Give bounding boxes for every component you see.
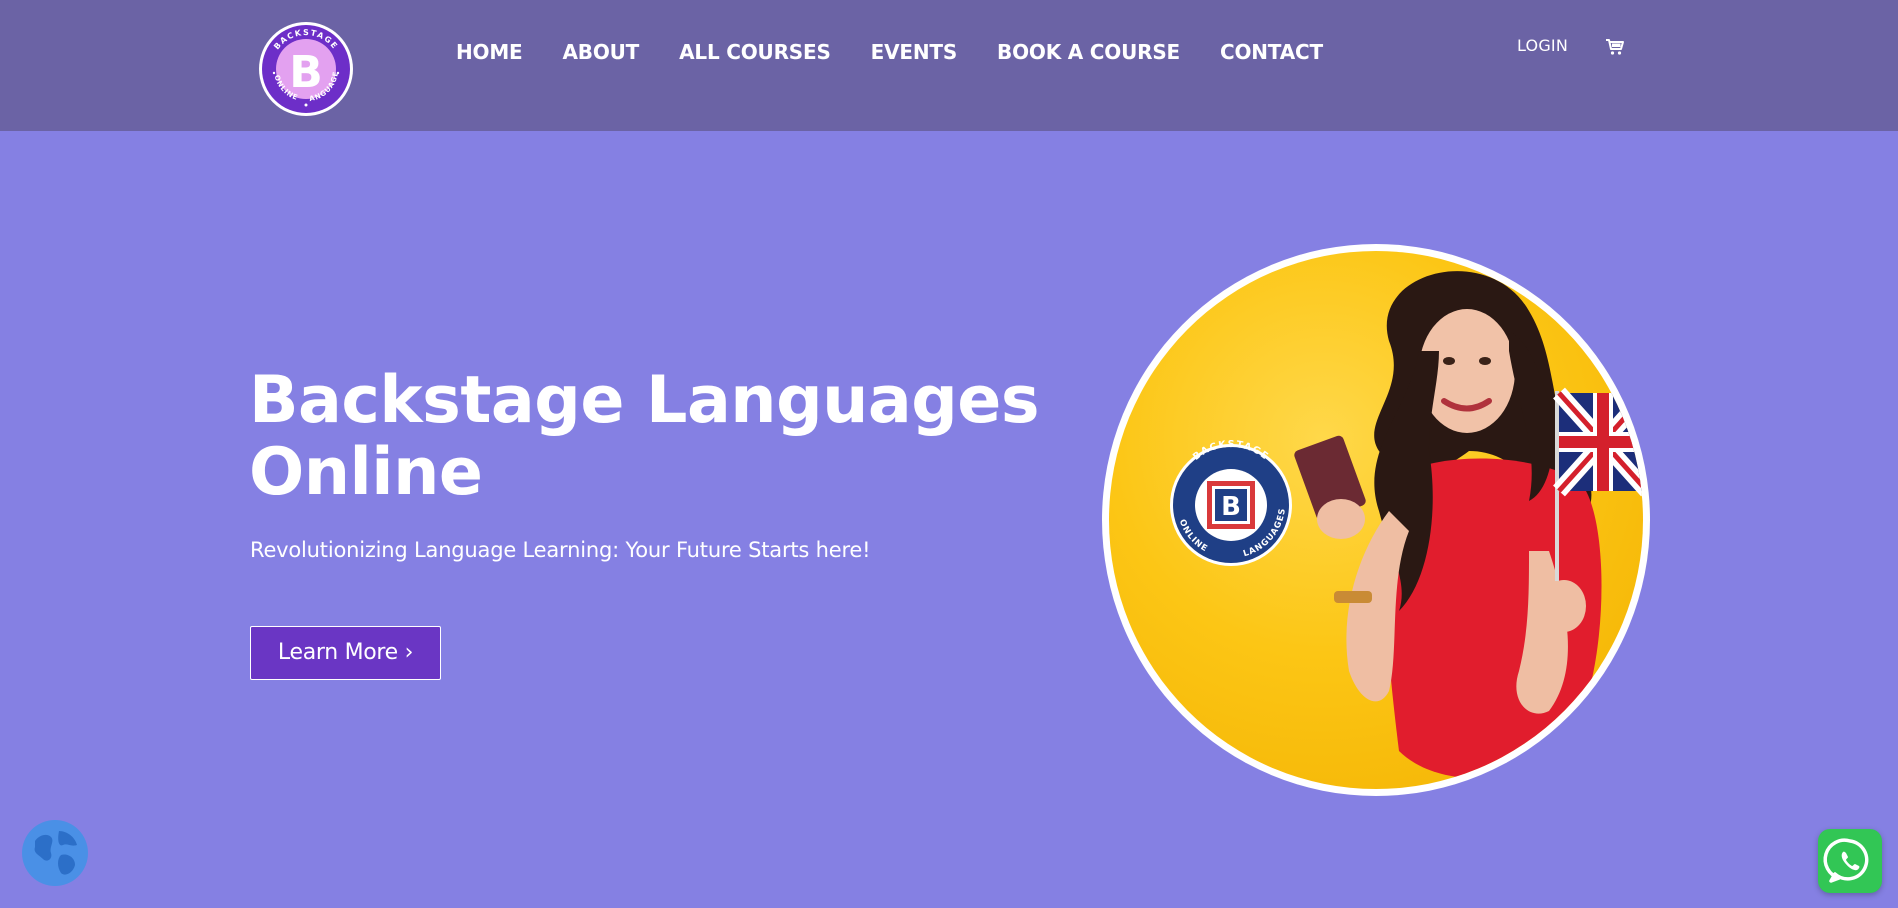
hero-title-line-1: Backstage Languages <box>249 363 1040 438</box>
login-link[interactable]: LOGIN <box>1517 35 1568 57</box>
svg-text:B: B <box>1221 492 1241 522</box>
hero-photo: B BACKSTAGE ONLINE LANGUAGES <box>1109 251 1643 789</box>
main-nav: HOME ABOUT ALL COURSES EVENTS BOOK A COU… <box>456 38 1323 66</box>
nav-contact[interactable]: CONTACT <box>1220 38 1323 66</box>
cart-icon[interactable] <box>1605 38 1625 56</box>
whatsapp-icon <box>1823 838 1869 883</box>
nav-all-courses[interactable]: ALL COURSES <box>679 38 831 66</box>
svg-text:B: B <box>289 47 323 98</box>
hero-title-line-2: Online <box>249 435 483 510</box>
whatsapp-button[interactable] <box>1818 829 1882 893</box>
learn-more-button[interactable]: Learn More › <box>250 626 441 680</box>
backstage-badge: B BACKSTAGE ONLINE LANGUAGES <box>1170 439 1292 566</box>
nav-book-a-course[interactable]: BOOK A COURSE <box>997 38 1180 66</box>
site-logo[interactable]: B BACKSTAGE ONLINE LANGUAGES <box>258 21 354 117</box>
hero-subtitle: Revolutionizing Language Learning: Your … <box>250 538 871 562</box>
globe-icon[interactable] <box>21 819 89 887</box>
nav-about[interactable]: ABOUT <box>563 38 640 66</box>
site-header: B BACKSTAGE ONLINE LANGUAGES HOME ABOUT … <box>0 0 1898 131</box>
nav-events[interactable]: EVENTS <box>871 38 958 66</box>
nav-home[interactable]: HOME <box>456 38 523 66</box>
hero-illustration: B BACKSTAGE ONLINE LANGUAGES <box>1170 271 1643 779</box>
hero-title: Backstage Languages Online <box>249 365 1049 509</box>
